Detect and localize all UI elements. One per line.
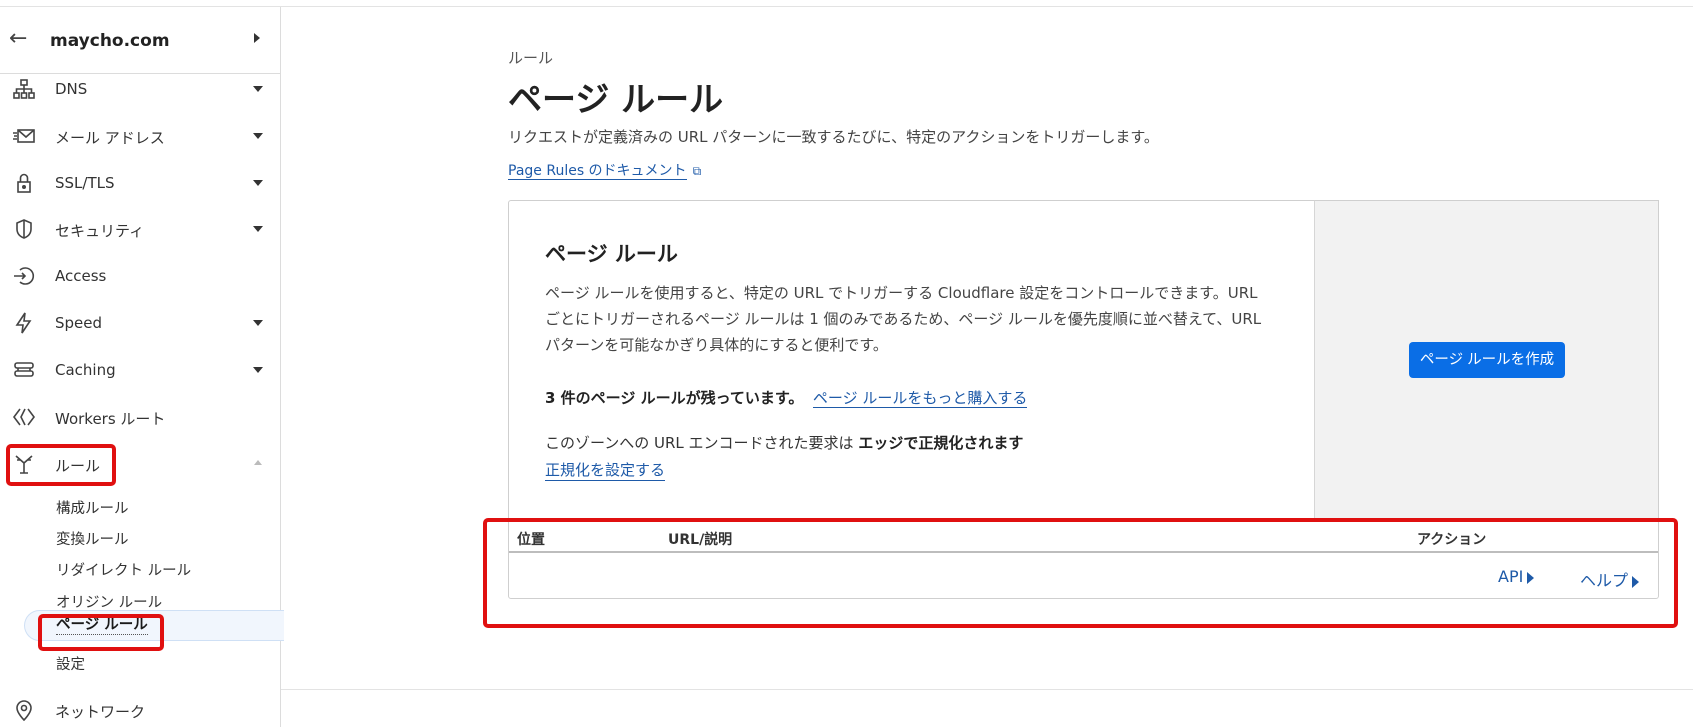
page-title: ページ ルール — [508, 80, 724, 120]
lock-icon — [17, 173, 31, 193]
sidebar-subitem-redirect-rules[interactable]: リダイレクト ルール — [56, 559, 191, 580]
breadcrumb[interactable]: ルール — [508, 47, 553, 68]
sidebar-item-label: Speed — [55, 314, 103, 332]
sidebar-subitem-origin-rules[interactable]: オリジン ルール — [56, 591, 162, 612]
normalization-status: エッジで正規化されます — [858, 434, 1024, 452]
bottom-divider — [281, 689, 1693, 690]
sidebar-item-label: セキュリティ — [55, 222, 145, 240]
docs-link-label: Page Rules のドキュメント — [508, 163, 687, 180]
sidebar-item-dns[interactable]: DNS — [0, 72, 280, 106]
sidebar-item-label: Caching — [55, 361, 116, 379]
sidebar-item-email[interactable]: メール アドレス — [0, 119, 280, 153]
back-arrow-icon[interactable]: ← — [9, 28, 27, 50]
sidebar-item-label: ネットワーク — [55, 703, 146, 721]
sidebar-item-label: SSL/TLS — [55, 174, 115, 192]
email-icon — [13, 129, 35, 143]
location-pin-icon — [16, 700, 32, 722]
sidebar-item-label: メール アドレス — [55, 129, 165, 147]
sidebar-subitem-settings[interactable]: 設定 — [56, 653, 85, 674]
caret-down-icon[interactable] — [253, 133, 263, 139]
configure-normalization-link[interactable]: 正規化を設定する — [545, 459, 666, 481]
shield-icon — [16, 219, 32, 239]
sidebar-item-caching[interactable]: Caching — [0, 353, 280, 387]
zone-name: maycho.com — [50, 31, 170, 51]
highlight-box-rules — [6, 444, 116, 486]
sidebar-subitem-config-rules[interactable]: 構成ルール — [56, 497, 129, 518]
sidebar-item-label: Access — [55, 267, 107, 285]
chevron-right-icon[interactable] — [254, 33, 260, 43]
remaining-count: 3 件のページ ルールが残っています。 — [545, 389, 804, 407]
sidebar-item-network[interactable]: ネットワーク — [0, 693, 280, 727]
normalization-text: このゾーンへの URL エンコードされた要求は エッジで正規化されます — [545, 432, 1023, 453]
page-description: リクエストが定義済みの URL パターンに一致するたびに、特定のアクションをトリ… — [508, 128, 1159, 146]
caching-icon — [14, 362, 34, 377]
sidebar-item-access[interactable]: Access — [0, 259, 280, 293]
create-page-rule-button[interactable]: ページ ルールを作成 — [1409, 342, 1565, 378]
external-link-icon: ⧉ — [692, 164, 702, 178]
sidebar-item-label: DNS — [55, 80, 88, 98]
sidebar-item-security[interactable]: セキュリティ — [0, 212, 280, 246]
workers-icon — [13, 408, 35, 426]
remaining-rules-text: 3 件のページ ルールが残っています。 ページ ルールをもっと購入する — [545, 387, 1028, 408]
normalization-prefix: このゾーンへの URL エンコードされた要求は — [545, 434, 859, 452]
highlight-box-table — [483, 518, 1678, 628]
card-title: ページ ルール — [545, 242, 678, 266]
zone-header[interactable]: ← maycho.com — [0, 7, 280, 74]
sidebar-item-ssl-tls[interactable]: SSL/TLS — [0, 166, 280, 200]
lightning-icon — [15, 312, 32, 334]
network-icon — [13, 79, 35, 99]
caret-down-icon[interactable] — [253, 320, 263, 326]
caret-up-icon[interactable] — [254, 460, 262, 465]
caret-down-icon[interactable] — [253, 180, 263, 186]
highlight-box-page-rules — [38, 614, 164, 651]
access-icon — [14, 267, 35, 285]
caret-down-icon[interactable] — [253, 226, 263, 232]
docs-link[interactable]: Page Rules のドキュメント ⧉ — [508, 160, 701, 180]
buy-more-link[interactable]: ページ ルールをもっと購入する — [812, 389, 1028, 408]
sidebar-item-workers[interactable]: Workers ルート — [0, 400, 280, 434]
sidebar-subitem-transform-rules[interactable]: 変換ルール — [56, 528, 129, 549]
caret-down-icon[interactable] — [253, 86, 263, 92]
sidebar-item-speed[interactable]: Speed — [0, 306, 280, 340]
card-description: ページ ルールを使用すると、特定の URL でトリガーする Cloudflare… — [545, 284, 1262, 354]
caret-down-icon[interactable] — [253, 367, 263, 373]
sidebar-item-label: Workers ルート — [55, 410, 166, 428]
